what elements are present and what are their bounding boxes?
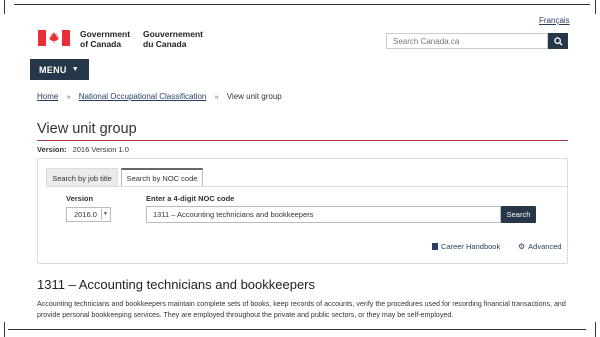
career-handbook-link[interactable]: Career Handbook bbox=[432, 242, 500, 251]
search-icon bbox=[553, 36, 563, 46]
frame-top-edge bbox=[14, 4, 590, 5]
frame-bottom-edge bbox=[8, 329, 586, 330]
version-select-value: 2016.0 bbox=[74, 210, 97, 219]
frame-left-edge bbox=[4, 322, 5, 337]
frame-right-edge bbox=[595, 322, 596, 337]
page-title: View unit group bbox=[37, 121, 137, 137]
breadcrumb: Home » National Occupational Classificat… bbox=[37, 92, 282, 101]
version-label: Version: bbox=[37, 145, 67, 154]
book-icon bbox=[432, 243, 438, 250]
menu-button[interactable]: MENU ▼ bbox=[30, 59, 89, 80]
breadcrumb-separator-icon: » bbox=[214, 94, 219, 101]
advanced-search-link[interactable]: ⚙ Advanced bbox=[518, 242, 562, 251]
breadcrumb-noc-link[interactable]: National Occupational Classification bbox=[79, 92, 207, 101]
version-field-label: Version bbox=[66, 194, 94, 203]
breadcrumb-home-link[interactable]: Home bbox=[37, 92, 58, 101]
tab-divider bbox=[46, 186, 568, 187]
frame-left-edge bbox=[4, 0, 5, 14]
government-signature-en[interactable]: Government of Canada bbox=[80, 29, 130, 49]
tab-search-by-job-title[interactable]: Search by job title bbox=[46, 168, 118, 187]
noc-code-input[interactable]: 1311 – Accounting technicians and bookke… bbox=[146, 206, 501, 223]
site-search-button[interactable] bbox=[548, 33, 568, 49]
government-signature-fr[interactable]: Gouvernement du Canada bbox=[143, 29, 203, 49]
noc-search-button[interactable]: Search bbox=[501, 206, 536, 223]
career-handbook-label: Career Handbook bbox=[441, 242, 501, 251]
breadcrumb-current: View unit group bbox=[226, 92, 282, 101]
signature-en-line2: of Canada bbox=[80, 38, 122, 49]
select-arrow-icon: ▼ bbox=[101, 209, 109, 220]
breadcrumb-separator-icon: » bbox=[66, 94, 71, 101]
noc-field-label: Enter a 4-digit NOC code bbox=[146, 194, 235, 203]
title-divider bbox=[37, 140, 568, 141]
frame-right-edge bbox=[595, 0, 596, 14]
unit-group-description: Accounting technicians and bookkeepers m… bbox=[37, 300, 566, 319]
menu-label: MENU bbox=[39, 64, 67, 75]
version-line: Version: 2016 Version 1.0 bbox=[37, 145, 129, 154]
unit-group-heading: 1311 – Accounting technicians and bookke… bbox=[37, 277, 316, 292]
tab-search-by-noc-code[interactable]: Search by NOC code bbox=[121, 168, 203, 187]
version-select[interactable]: 2016.0 ▼ bbox=[66, 207, 111, 222]
gear-icon: ⚙ bbox=[518, 242, 526, 251]
signature-fr-line2: du Canada bbox=[143, 38, 187, 49]
site-search-input[interactable] bbox=[386, 33, 548, 49]
canada-flag-icon[interactable] bbox=[38, 30, 70, 46]
advanced-label: Advanced bbox=[528, 242, 562, 251]
version-value: 2016 Version 1.0 bbox=[72, 145, 129, 154]
language-toggle-link[interactable]: Français bbox=[539, 16, 570, 25]
chevron-down-icon: ▼ bbox=[71, 66, 79, 73]
